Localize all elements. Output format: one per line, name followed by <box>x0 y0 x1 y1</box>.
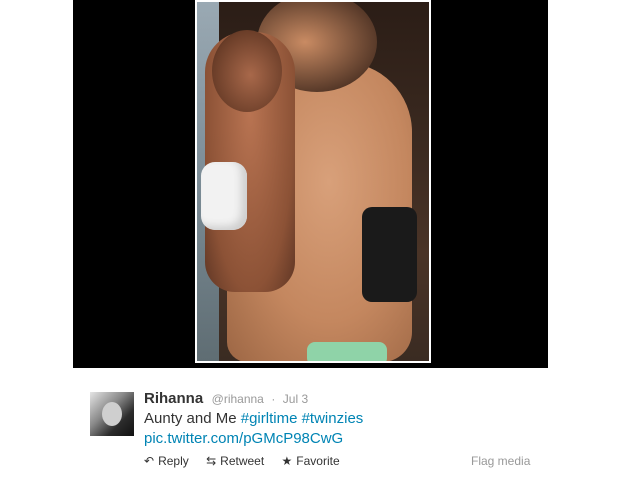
tweet-text: Aunty and Me #girltime #twinzies <box>144 410 363 427</box>
media-link[interactable]: pic.twitter.com/pGMcP98CwG <box>144 430 343 447</box>
favorite-button[interactable]: ★ Favorite <box>282 454 340 468</box>
tweet-text-prefix: Aunty and Me <box>144 410 237 427</box>
reply-arrow-icon: ↶ <box>144 454 155 468</box>
author-handle[interactable]: @rihanna <box>212 392 264 406</box>
tweet: Rihanna @rihanna · Jul 3 Aunty and Me #g… <box>0 368 620 481</box>
tweet-date[interactable]: Jul 3 <box>283 392 308 406</box>
author-name[interactable]: Rihanna <box>144 390 203 407</box>
reply-button[interactable]: ↶ Reply <box>144 454 189 468</box>
avatar[interactable] <box>90 392 134 436</box>
flag-media-link[interactable]: Flag media <box>471 454 530 468</box>
favorite-label: Favorite <box>296 454 340 468</box>
photo-image <box>197 2 429 361</box>
reply-label: Reply <box>158 454 189 468</box>
retweet-label: Retweet <box>220 454 265 468</box>
tweet-header: Rihanna @rihanna · Jul 3 <box>144 390 308 408</box>
separator: · <box>271 392 276 406</box>
tweet-photo[interactable] <box>195 0 431 363</box>
tweet-actions: ↶ Reply ⇆ Retweet ★ Favorite <box>144 454 354 468</box>
hashtag-girltime[interactable]: #girltime <box>241 410 298 427</box>
star-icon: ★ <box>281 454 293 468</box>
retweet-icon: ⇆ <box>206 454 217 468</box>
media-panel <box>73 0 548 368</box>
retweet-button[interactable]: ⇆ Retweet <box>206 454 264 468</box>
hashtag-twinzies[interactable]: #twinzies <box>302 410 364 427</box>
